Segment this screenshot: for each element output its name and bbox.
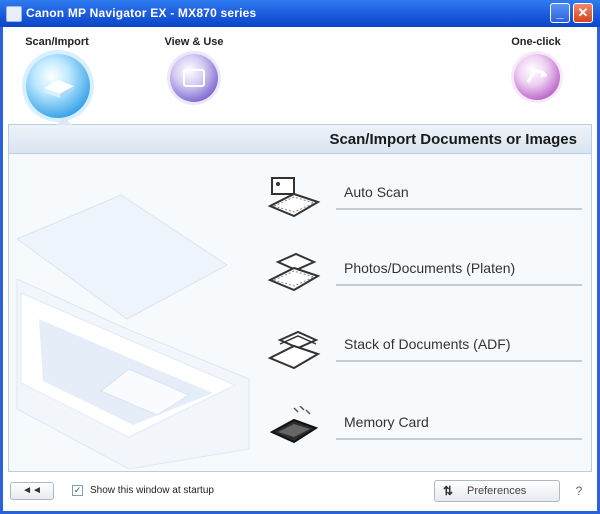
preferences-button[interactable]: ⇅ Preferences [434, 480, 560, 502]
close-icon: ✕ [577, 5, 589, 20]
option-platen[interactable]: Photos/Documents (Platen) [264, 250, 582, 306]
mode-label: View & Use [164, 36, 224, 48]
option-auto-scan[interactable]: Auto Scan [264, 174, 582, 230]
option-label: Memory Card [344, 414, 429, 430]
mode-scan-import[interactable]: Scan/Import [12, 36, 102, 118]
mode-label: One-click [511, 36, 561, 48]
option-label: Photos/Documents (Platen) [344, 260, 516, 276]
photo-album-icon[interactable] [170, 54, 218, 102]
mode-label: Scan/Import [25, 36, 89, 48]
divider [336, 438, 582, 440]
minimize-button[interactable]: _ [550, 3, 570, 23]
mode-view-use[interactable]: View & Use [154, 36, 234, 102]
divider [336, 284, 582, 286]
window-title: Canon MP Navigator EX - MX870 series [26, 6, 257, 20]
one-click-icon[interactable] [514, 54, 560, 100]
scanner-illustration [9, 169, 259, 470]
app-icon [6, 6, 22, 22]
panel-title: Scan/Import Documents or Images [329, 131, 577, 148]
option-adf[interactable]: Stack of Documents (ADF) [264, 326, 582, 382]
title-bar: Canon MP Navigator EX - MX870 series _ ✕ [0, 0, 600, 27]
adf-icon [264, 328, 322, 376]
platen-icon [264, 252, 322, 300]
option-label: Stack of Documents (ADF) [344, 336, 511, 352]
auto-scan-icon [264, 176, 322, 224]
preferences-icon: ⇅ [443, 484, 454, 498]
preferences-label: Preferences [467, 485, 527, 497]
show-at-startup-label: Show this window at startup [90, 485, 214, 496]
scanner-icon[interactable] [26, 54, 90, 118]
close-button[interactable]: ✕ [573, 3, 593, 23]
bottom-bar: ◄◄ ✓ Show this window at startup ⇅ Prefe… [8, 478, 592, 504]
divider [336, 208, 582, 210]
memory-card-icon [264, 405, 322, 454]
divider [336, 360, 582, 362]
mode-one-click[interactable]: One-click [496, 36, 576, 100]
option-label: Auto Scan [344, 184, 409, 200]
option-memory-card[interactable]: Memory Card [264, 404, 582, 460]
minimize-icon: _ [556, 5, 564, 20]
collapse-button[interactable]: ◄◄ [10, 482, 54, 500]
show-at-startup-checkbox[interactable]: ✓ [72, 485, 83, 496]
panel-header: Scan/Import Documents or Images [9, 125, 591, 154]
help-button[interactable]: ? [570, 482, 588, 500]
